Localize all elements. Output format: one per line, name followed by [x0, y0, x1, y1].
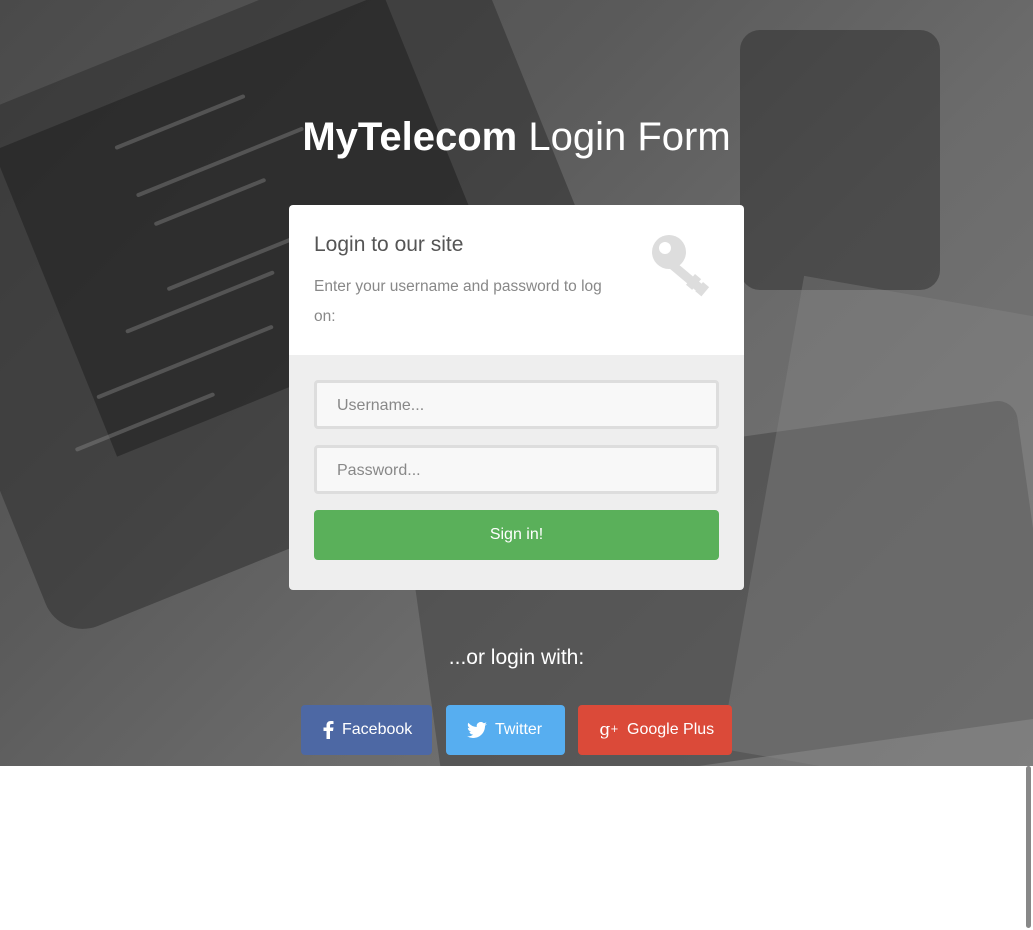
google-plus-icon: g + — [599, 720, 619, 740]
password-input[interactable]: Password... — [314, 445, 719, 494]
social-login-prompt: ...or login with: — [448, 646, 585, 669]
facebook-icon — [321, 705, 335, 755]
page-title: MyTelecom Login Form — [0, 112, 1033, 162]
page-title-text: Login Form — [528, 115, 731, 159]
login-card-header: Login to our site Enter your username an… — [289, 205, 744, 355]
login-card-heading: Login to our site — [314, 233, 464, 256]
hero-background: MyTelecom Login Form Login to our site E… — [0, 0, 1033, 766]
login-form: Username... Password... Sign in! — [289, 355, 744, 590]
key-icon — [652, 235, 710, 297]
facebook-label: Facebook — [342, 721, 413, 738]
google-plus-login-button[interactable]: g + Google Plus — [578, 705, 732, 755]
twitter-login-button[interactable]: Twitter — [446, 705, 565, 755]
page-title-brand: MyTelecom — [302, 115, 518, 159]
sign-in-button[interactable]: Sign in! — [314, 510, 719, 560]
scrollbar[interactable] — [1026, 766, 1031, 928]
twitter-label: Twitter — [495, 721, 543, 738]
login-card: Login to our site Enter your username an… — [289, 205, 744, 590]
facebook-login-button[interactable]: Facebook — [301, 705, 432, 755]
username-input[interactable]: Username... — [314, 380, 719, 429]
background-highlight — [720, 275, 1033, 766]
username-placeholder: Username... — [337, 397, 425, 414]
twitter-icon — [466, 705, 488, 755]
login-card-subtext: Enter your username and password to log … — [314, 278, 602, 325]
google-plus-label: Google Plus — [627, 721, 715, 738]
password-placeholder: Password... — [337, 462, 421, 479]
